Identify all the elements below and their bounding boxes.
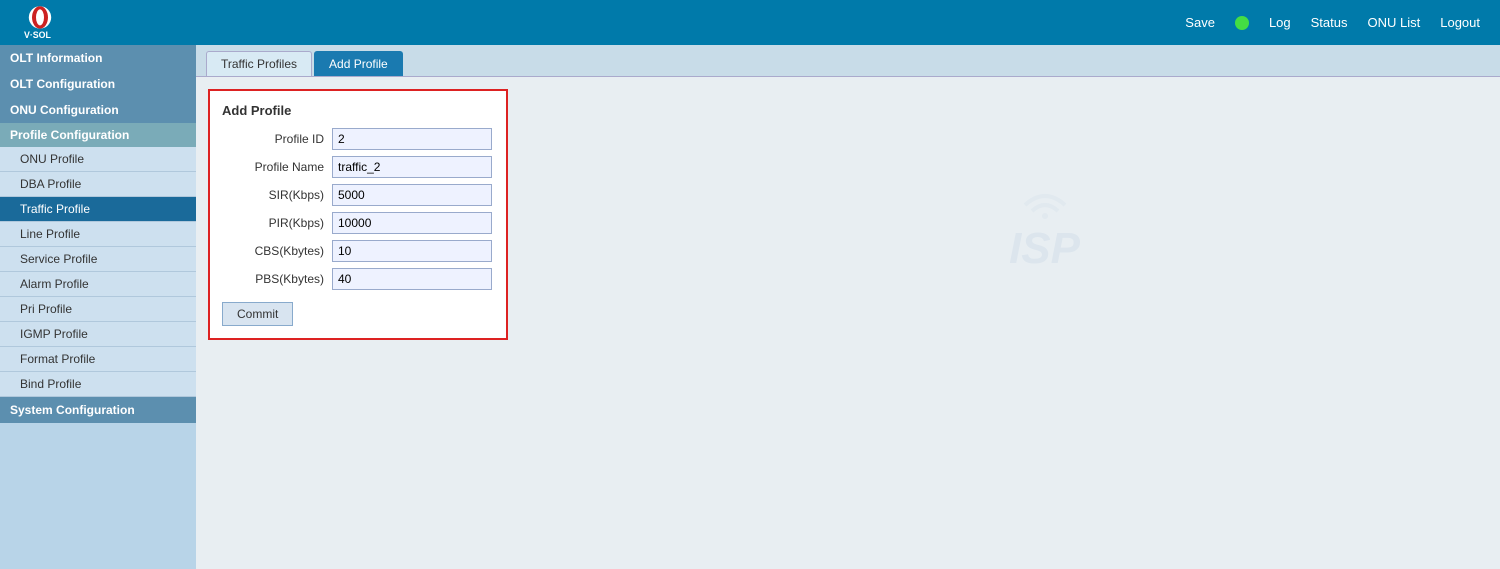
wifi-icon — [1020, 185, 1070, 227]
sidebar-item-pri-profile[interactable]: Pri Profile — [0, 297, 196, 322]
header-right: Save Log Status ONU List Logout — [1185, 15, 1480, 30]
form-row-sir: SIR(Kbps) — [222, 184, 494, 206]
form-row-pbs: PBS(Kbytes) — [222, 268, 494, 290]
form-title: Add Profile — [222, 103, 494, 118]
form-row-profile-name: Profile Name — [222, 156, 494, 178]
form-row-profile-id: Profile ID — [222, 128, 494, 150]
isp-watermark: ISP — [1009, 185, 1080, 271]
sidebar-item-system-config[interactable]: System Configuration — [0, 397, 196, 423]
main-content: Traffic Profiles Add Profile Add Profile… — [196, 45, 1500, 569]
tabs-bar: Traffic Profiles Add Profile — [196, 45, 1500, 77]
layout: OLT Information OLT Configuration ONU Co… — [0, 45, 1500, 569]
vsol-logo: V·SOL — [20, 3, 60, 43]
save-button[interactable]: Save — [1185, 15, 1215, 30]
form-row-pir: PIR(Kbps) — [222, 212, 494, 234]
svg-text:V·SOL: V·SOL — [24, 30, 52, 40]
status-button[interactable]: Status — [1311, 15, 1348, 30]
sidebar-item-igmp-profile[interactable]: IGMP Profile — [0, 322, 196, 347]
isp-text: ISP — [1009, 227, 1080, 271]
sidebar-item-olt-config[interactable]: OLT Configuration — [0, 71, 196, 97]
sidebar: OLT Information OLT Configuration ONU Co… — [0, 45, 196, 569]
sidebar-item-profile-config[interactable]: Profile Configuration — [0, 123, 196, 147]
label-pbs: PBS(Kbytes) — [222, 272, 332, 286]
label-pir: PIR(Kbps) — [222, 216, 332, 230]
sidebar-item-bind-profile[interactable]: Bind Profile — [0, 372, 196, 397]
sidebar-item-olt-info[interactable]: OLT Information — [0, 45, 196, 71]
input-cbs[interactable] — [332, 240, 492, 262]
input-profile-name[interactable] — [332, 156, 492, 178]
form-area: Add Profile Profile ID Profile Name SIR(… — [196, 77, 1500, 569]
logout-button[interactable]: Logout — [1440, 15, 1480, 30]
add-profile-box: Add Profile Profile ID Profile Name SIR(… — [208, 89, 508, 340]
label-sir: SIR(Kbps) — [222, 188, 332, 202]
sidebar-item-alarm-profile[interactable]: Alarm Profile — [0, 272, 196, 297]
form-row-cbs: CBS(Kbytes) — [222, 240, 494, 262]
sidebar-item-onu-profile[interactable]: ONU Profile — [0, 147, 196, 172]
sidebar-item-format-profile[interactable]: Format Profile — [0, 347, 196, 372]
label-profile-name: Profile Name — [222, 160, 332, 174]
logo-area: V·SOL — [20, 3, 60, 43]
input-profile-id[interactable] — [332, 128, 492, 150]
input-pir[interactable] — [332, 212, 492, 234]
input-sir[interactable] — [332, 184, 492, 206]
input-pbs[interactable] — [332, 268, 492, 290]
tab-traffic-profiles[interactable]: Traffic Profiles — [206, 51, 312, 76]
header: V·SOL Save Log Status ONU List Logout — [0, 0, 1500, 45]
onu-list-button[interactable]: ONU List — [1368, 15, 1421, 30]
commit-button[interactable]: Commit — [222, 302, 293, 326]
sidebar-item-dba-profile[interactable]: DBA Profile — [0, 172, 196, 197]
label-profile-id: Profile ID — [222, 132, 332, 146]
tab-add-profile[interactable]: Add Profile — [314, 51, 403, 76]
log-button[interactable]: Log — [1269, 15, 1291, 30]
sidebar-item-service-profile[interactable]: Service Profile — [0, 247, 196, 272]
status-indicator — [1235, 16, 1249, 30]
sidebar-item-line-profile[interactable]: Line Profile — [0, 222, 196, 247]
sidebar-item-onu-config[interactable]: ONU Configuration — [0, 97, 196, 123]
sidebar-item-traffic-profile[interactable]: Traffic Profile — [0, 197, 196, 222]
label-cbs: CBS(Kbytes) — [222, 244, 332, 258]
